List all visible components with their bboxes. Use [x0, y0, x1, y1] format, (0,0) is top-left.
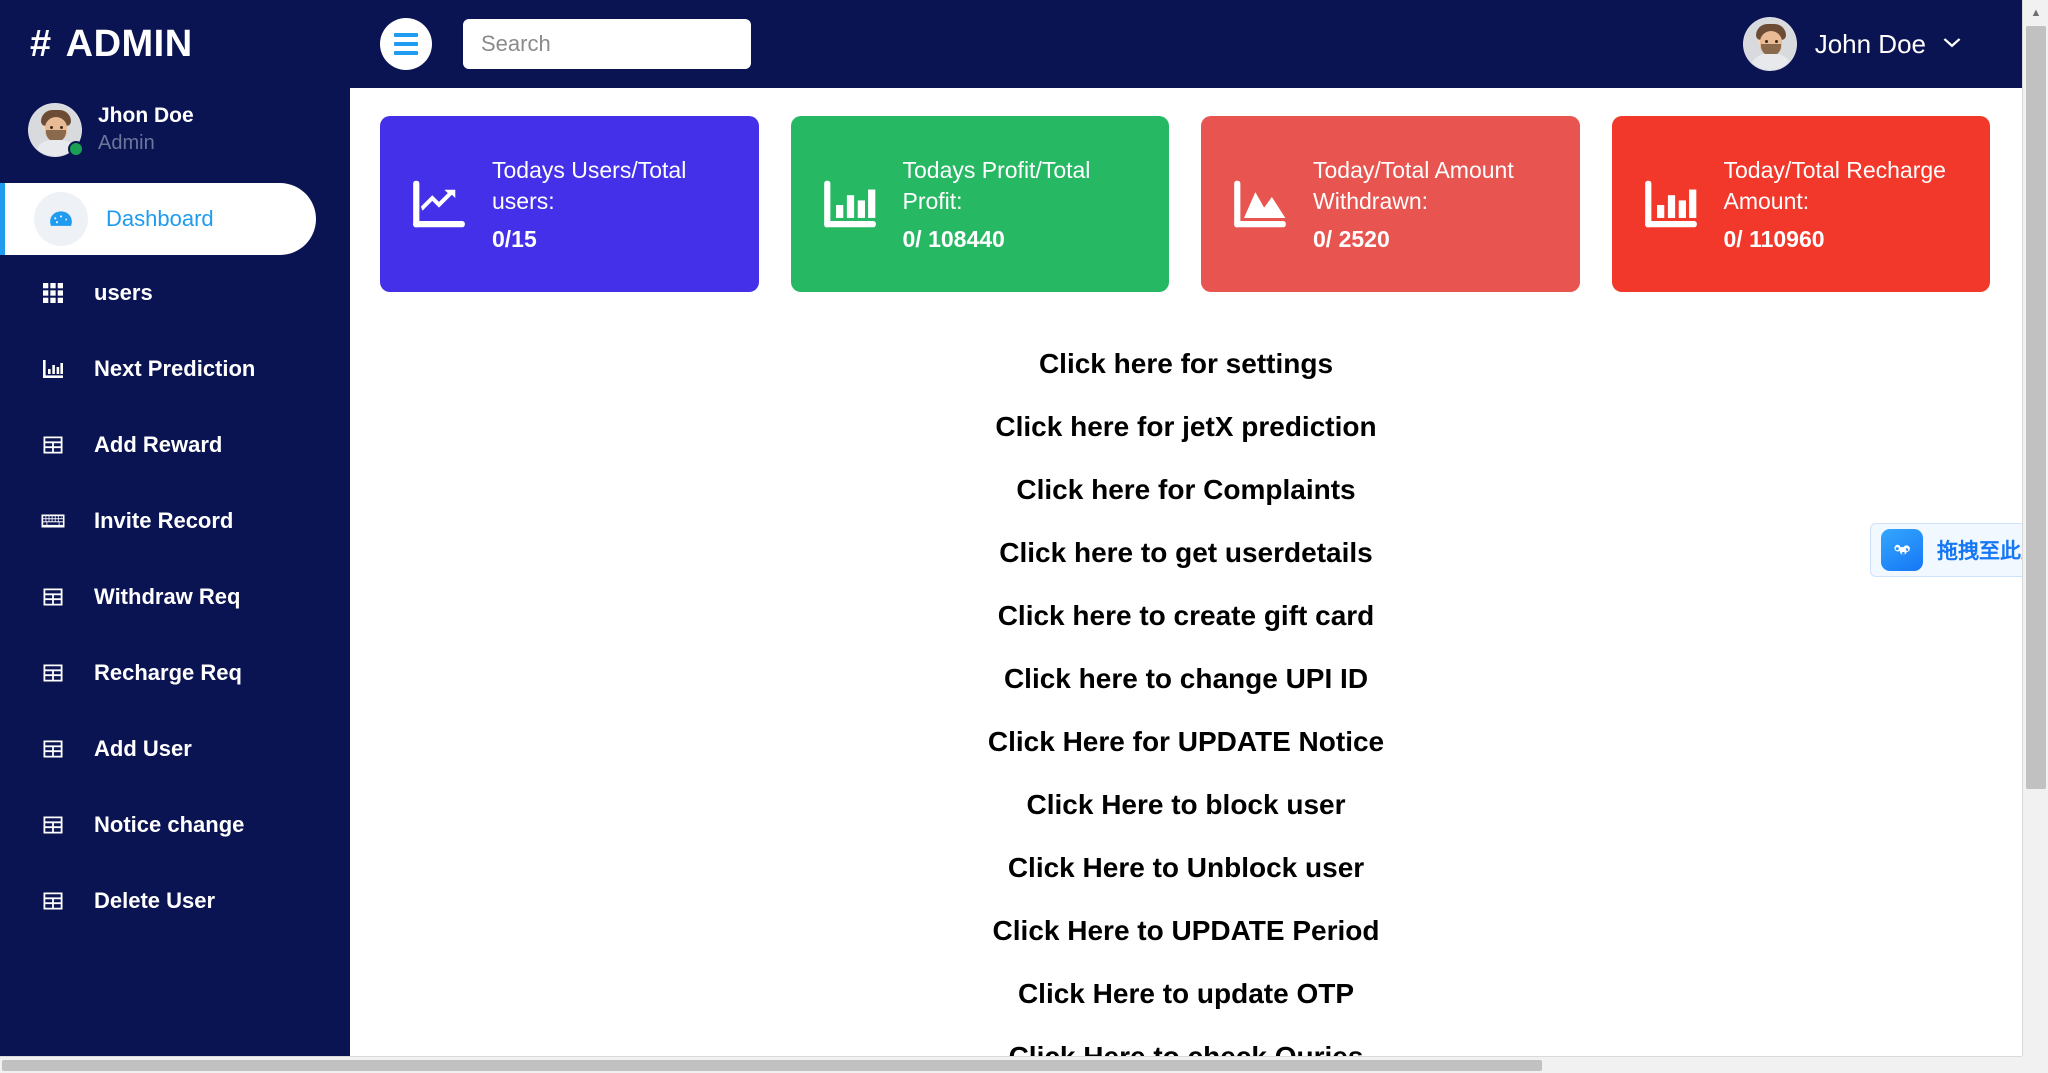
sidebar-item-label: Delete User: [94, 888, 215, 914]
online-status-dot: [68, 141, 84, 157]
table-icon: [38, 582, 68, 612]
stat-card-todays-profit[interactable]: Todays Profit/Total Profit: 0/ 108440: [791, 116, 1170, 292]
sidebar: # ADMIN Jhon Doe Admin D: [0, 0, 350, 1056]
bar-chart-icon: [1634, 173, 1708, 235]
horizontal-scrollbar[interactable]: [0, 1056, 2022, 1073]
brand-name: ADMIN: [66, 23, 193, 66]
link-userdetails[interactable]: Click here to get userdetails: [999, 537, 1372, 569]
sidebar-item-add-user[interactable]: Add User: [0, 711, 350, 787]
sidebar-item-label: users: [94, 280, 153, 306]
grid-apps-icon: [38, 278, 68, 308]
sidebar-item-next-prediction[interactable]: Next Prediction: [0, 331, 350, 407]
hash-icon: #: [30, 23, 52, 66]
table-icon: [38, 658, 68, 688]
vertical-scrollbar[interactable]: ▲ ▼: [2022, 0, 2048, 1073]
link-update-period[interactable]: Click Here to UPDATE Period: [993, 915, 1380, 947]
table-icon: [38, 734, 68, 764]
keyboard-icon: [38, 506, 68, 536]
horizontal-scrollbar-thumb[interactable]: [2, 1060, 1542, 1071]
main-content: Todays Users/Total users: 0/15 Todays Pr…: [350, 88, 2022, 1056]
sidebar-item-label: Withdraw Req: [94, 584, 240, 610]
link-settings[interactable]: Click here for settings: [1039, 348, 1333, 380]
table-icon: [38, 430, 68, 460]
sidebar-item-invite-record[interactable]: Invite Record: [0, 483, 350, 559]
sidebar-item-label: Next Prediction: [94, 356, 255, 382]
scroll-up-arrow-icon[interactable]: ▲: [2023, 0, 2048, 26]
sidebar-profile-name: Jhon Doe: [98, 102, 194, 130]
sidebar-item-notice-change[interactable]: Notice change: [0, 787, 350, 863]
sidebar-item-label: Dashboard: [106, 206, 214, 232]
sidebar-item-label: Add User: [94, 736, 192, 762]
stat-card-title: Today/Total Amount Withdrawn:: [1313, 157, 1514, 214]
sidebar-item-label: Add Reward: [94, 432, 222, 458]
bar-chart-icon: [38, 354, 68, 384]
stat-card-title: Today/Total Recharge Amount:: [1724, 157, 1946, 214]
link-complaints[interactable]: Click here for Complaints: [1016, 474, 1355, 506]
link-update-notice[interactable]: Click Here for UPDATE Notice: [988, 726, 1384, 758]
avatar-wrapper: [28, 103, 82, 157]
admin-dashboard-page: # ADMIN Jhon Doe Admin D: [0, 0, 2048, 1073]
hamburger-icon[interactable]: [380, 18, 432, 70]
stat-card-todays-users[interactable]: Todays Users/Total users: 0/15: [380, 116, 759, 292]
dashboard-gauge-icon: [34, 192, 88, 246]
avatar: [1743, 17, 1797, 71]
stat-card-title: Todays Profit/Total Profit:: [903, 157, 1091, 214]
stat-card-title: Todays Users/Total users:: [492, 157, 686, 214]
area-chart-icon: [1223, 173, 1297, 235]
sidebar-item-add-reward[interactable]: Add Reward: [0, 407, 350, 483]
sidebar-item-label: Invite Record: [94, 508, 233, 534]
stat-card-amount-withdrawn[interactable]: Today/Total Amount Withdrawn: 0/ 2520: [1201, 116, 1580, 292]
stat-card-value: 0/ 108440: [903, 226, 1148, 253]
table-icon: [38, 810, 68, 840]
vertical-scrollbar-thumb[interactable]: [2026, 26, 2046, 789]
sidebar-item-label: Notice change: [94, 812, 244, 838]
stat-card-value: 0/ 2520: [1313, 226, 1558, 253]
sidebar-item-withdraw-req[interactable]: Withdraw Req: [0, 559, 350, 635]
stat-cards: Todays Users/Total users: 0/15 Todays Pr…: [350, 88, 2022, 292]
user-menu[interactable]: John Doe: [1743, 17, 1962, 71]
stat-card-recharge-amount[interactable]: Today/Total Recharge Amount: 0/ 110960: [1612, 116, 1991, 292]
sidebar-item-label: Recharge Req: [94, 660, 242, 686]
bar-chart-icon: [813, 173, 887, 235]
link-unblock-user[interactable]: Click Here to Unblock user: [1008, 852, 1364, 884]
sidebar-item-recharge-req[interactable]: Recharge Req: [0, 635, 350, 711]
link-check-queries[interactable]: Click Here to check Quries: [1009, 1041, 1364, 1056]
sidebar-profile: Jhon Doe Admin: [0, 88, 350, 175]
link-update-otp[interactable]: Click Here to update OTP: [1018, 978, 1354, 1010]
topbar: John Doe: [350, 0, 2022, 88]
link-change-upi-id[interactable]: Click here to change UPI ID: [1004, 663, 1368, 695]
user-name: John Doe: [1815, 29, 1926, 60]
brand-logo: # ADMIN: [0, 0, 350, 88]
action-link-list: Click here for settings Click here for j…: [350, 348, 2022, 1056]
link-block-user[interactable]: Click Here to block user: [1026, 789, 1345, 821]
link-create-gift-card[interactable]: Click here to create gift card: [998, 600, 1375, 632]
link-jetx-prediction[interactable]: Click here for jetX prediction: [995, 411, 1376, 443]
sidebar-item-delete-user[interactable]: Delete User: [0, 863, 350, 939]
sidebar-item-dashboard[interactable]: Dashboard: [4, 183, 316, 255]
sidebar-nav: Dashboard users Next Prediction Add Rewa…: [0, 183, 350, 939]
line-chart-icon: [402, 173, 476, 235]
stat-card-value: 0/ 110960: [1724, 226, 1969, 253]
stat-card-value: 0/15: [492, 226, 737, 253]
chevron-down-icon[interactable]: [1942, 34, 1962, 54]
baidu-netdisk-icon: [1881, 529, 1923, 571]
sidebar-item-users[interactable]: users: [0, 255, 350, 331]
search-input[interactable]: [463, 19, 751, 69]
scrollbar-corner: [2022, 1056, 2048, 1073]
sidebar-profile-role: Admin: [98, 130, 194, 157]
table-icon: [38, 886, 68, 916]
